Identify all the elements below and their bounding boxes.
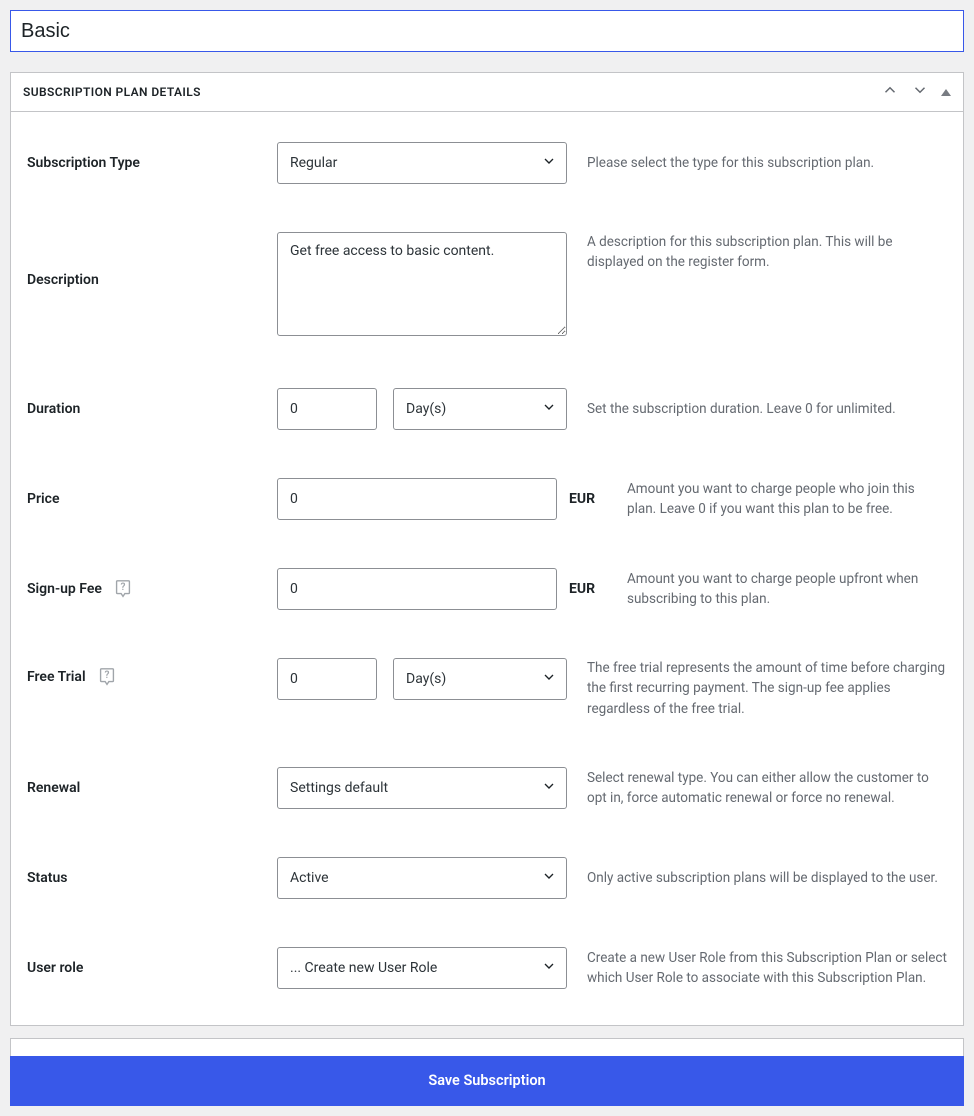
row-user-role: User role ... Create new User Role Creat… xyxy=(27,947,947,989)
hint-description: A description for this subscription plan… xyxy=(587,232,947,273)
help-icon[interactable]: ? xyxy=(96,666,118,688)
label-signup-fee: Sign-up Fee ? xyxy=(27,578,257,600)
signup-fee-input[interactable] xyxy=(277,568,557,610)
label-free-trial: Free Trial ? xyxy=(27,658,257,688)
collapse-toggle-icon[interactable] xyxy=(941,89,951,96)
row-description: Description Get free access to basic con… xyxy=(27,232,947,340)
signup-fee-currency: EUR xyxy=(569,581,595,597)
hint-duration: Set the subscription duration. Leave 0 f… xyxy=(587,399,947,419)
duration-input[interactable] xyxy=(277,388,377,430)
help-icon[interactable]: ? xyxy=(112,578,134,600)
label-price: Price xyxy=(27,491,257,507)
plan-title-input[interactable] xyxy=(10,10,964,52)
duration-unit-select[interactable]: Day(s) xyxy=(393,388,567,430)
user-role-select[interactable]: ... Create new User Role xyxy=(277,947,567,989)
panel-body: Subscription Type Regular Please select … xyxy=(11,112,963,1025)
description-textarea[interactable]: Get free access to basic content. xyxy=(277,232,567,336)
label-user-role: User role xyxy=(27,960,257,976)
row-subscription-type: Subscription Type Regular Please select … xyxy=(27,142,947,184)
subscription-type-select[interactable]: Regular xyxy=(277,142,567,184)
panel-header: SUBSCRIPTION PLAN DETAILS xyxy=(11,73,963,112)
panel-actions xyxy=(881,81,951,103)
hint-user-role: Create a new User Role from this Subscri… xyxy=(587,948,947,989)
hint-free-trial: The free trial represents the amount of … xyxy=(587,658,947,719)
hint-price: Amount you want to charge people who joi… xyxy=(627,479,947,520)
label-renewal: Renewal xyxy=(27,780,257,796)
label-subscription-type: Subscription Type xyxy=(27,155,257,171)
price-input[interactable] xyxy=(277,478,557,520)
free-trial-unit-select[interactable]: Day(s) xyxy=(393,658,567,700)
hint-subscription-type: Please select the type for this subscrip… xyxy=(587,153,947,173)
hint-signup-fee: Amount you want to charge people upfront… xyxy=(627,569,947,610)
row-duration: Duration Day(s) Set the subscription dur… xyxy=(27,388,947,430)
plan-details-panel: SUBSCRIPTION PLAN DETAILS Subscription T… xyxy=(10,72,964,1026)
renewal-select[interactable]: Settings default xyxy=(277,767,567,809)
save-subscription-button[interactable]: Save Subscription xyxy=(10,1056,964,1106)
status-select[interactable]: Active xyxy=(277,857,567,899)
row-price: Price EUR Amount you want to charge peop… xyxy=(27,478,947,520)
hint-status: Only active subscription plans will be d… xyxy=(587,868,947,888)
label-description: Description xyxy=(27,232,257,288)
svg-text:?: ? xyxy=(120,582,125,593)
row-free-trial: Free Trial ? Day(s) The free trial repre… xyxy=(27,658,947,719)
row-renewal: Renewal Settings default Select renewal … xyxy=(27,767,947,809)
hint-renewal: Select renewal type. You can either allo… xyxy=(587,768,947,809)
label-status: Status xyxy=(27,870,257,886)
label-duration: Duration xyxy=(27,401,257,417)
row-status: Status Active Only active subscription p… xyxy=(27,857,947,899)
secondary-panel xyxy=(10,1038,964,1056)
svg-text:?: ? xyxy=(104,670,109,681)
panel-title: SUBSCRIPTION PLAN DETAILS xyxy=(23,85,201,99)
move-down-icon[interactable] xyxy=(911,81,929,103)
free-trial-input[interactable] xyxy=(277,658,377,700)
price-currency: EUR xyxy=(569,491,595,507)
row-signup-fee: Sign-up Fee ? EUR Amount you want to cha… xyxy=(27,568,947,610)
move-up-icon[interactable] xyxy=(881,81,899,103)
